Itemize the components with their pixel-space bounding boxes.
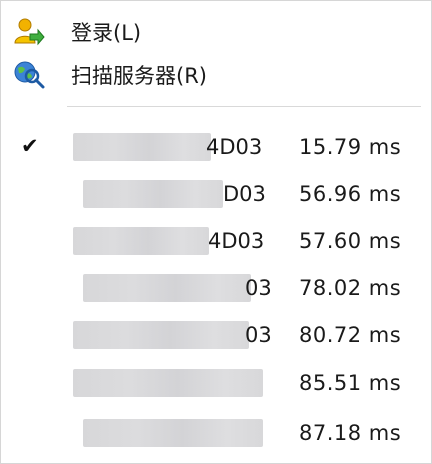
server-name-visible: 4D03	[206, 135, 263, 159]
server-ping: 85.51 ms	[299, 371, 402, 395]
server-ping: 80.72 ms	[299, 323, 402, 347]
server-ping: 15.79 ms	[299, 135, 402, 159]
menu-item-login[interactable]: 登录(L)	[1, 11, 431, 53]
checkmark-icon: ✔	[21, 134, 39, 158]
server-name-visible: 4D03	[208, 229, 265, 253]
server-row[interactable]: 4D03 57.60 ms	[1, 220, 431, 262]
server-name	[73, 419, 273, 447]
redacted-blur	[83, 419, 263, 447]
server-row[interactable]: ✔ 4D03 15.79 ms	[1, 126, 431, 168]
server-name: D03	[73, 180, 273, 208]
redacted-blur	[83, 274, 251, 302]
server-name-visible: 03	[245, 323, 272, 347]
server-row[interactable]: 87.18 ms	[1, 412, 431, 454]
server-ping: 87.18 ms	[299, 421, 402, 445]
server-ping: 57.60 ms	[299, 229, 402, 253]
server-name-visible: 03	[245, 276, 272, 300]
server-ping: 78.02 ms	[299, 276, 402, 300]
menu-separator	[67, 106, 421, 107]
redacted-blur	[73, 227, 209, 255]
redacted-blur	[73, 369, 263, 397]
server-row[interactable]: 03 78.02 ms	[1, 267, 431, 309]
server-name-visible: D03	[223, 182, 266, 206]
redacted-blur	[73, 133, 211, 161]
server-name: 4D03	[73, 133, 273, 161]
redacted-blur	[73, 321, 249, 349]
login-user-icon	[13, 17, 45, 47]
menu-item-scan-servers-label: 扫描服务器(R)	[71, 64, 207, 88]
server-name: 03	[73, 274, 273, 302]
server-ping: 56.96 ms	[299, 182, 402, 206]
server-name: 4D03	[73, 227, 273, 255]
server-row[interactable]: 85.51 ms	[1, 362, 431, 404]
menu-item-login-label: 登录(L)	[71, 21, 142, 45]
context-menu: 登录(L) 扫描服务器(R) ✔ 4D03 15.79 ms D03 56.96…	[0, 0, 432, 464]
redacted-blur	[83, 180, 223, 208]
server-row[interactable]: D03 56.96 ms	[1, 173, 431, 215]
server-row[interactable]: 03 80.72 ms	[1, 314, 431, 356]
menu-item-scan-servers[interactable]: 扫描服务器(R)	[1, 54, 431, 96]
server-name: 03	[73, 321, 273, 349]
scan-globe-icon	[13, 60, 45, 90]
server-name	[73, 369, 273, 397]
